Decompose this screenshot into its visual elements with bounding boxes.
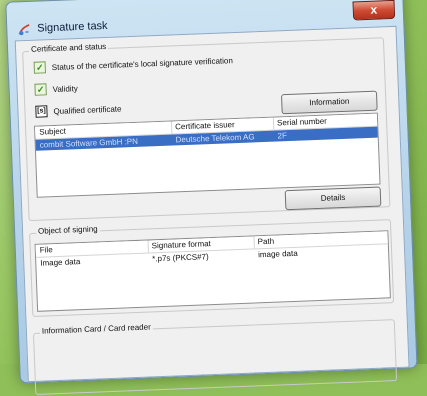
status-local-checkbox[interactable]: ✓ [33,61,47,74]
column-header-subject[interactable]: Subject [39,127,66,137]
validity-label: Validity [52,83,78,94]
cell-issuer: Deutsche Telekom AG [175,132,255,145]
cell-path: image data [257,248,298,260]
signing-object-group: Object of signing File Signature format … [29,219,395,318]
column-header-format[interactable]: Signature format [152,239,211,250]
title-bar[interactable]: Signature task x [6,0,403,36]
cell-format: *.p7s (PKCS#7) [152,252,209,264]
close-button[interactable]: x [352,0,396,21]
details-button[interactable]: Details [284,186,382,211]
close-icon: x [370,2,378,17]
certificate-status-group: Certificate and status ✓ Status of the c… [22,37,391,222]
certificate-list[interactable]: Subject Certificate issuer Serial number… [34,112,381,198]
qualified-certificate-icon: [s] [35,105,48,118]
cell-subject: combit Software GmbH :PN [39,136,139,150]
column-header-file[interactable]: File [40,245,53,254]
dialog-body: Certificate and status ✓ Status of the c… [14,25,410,395]
signature-task-window: Signature task x Certificate and status … [5,0,418,395]
column-header-issuer[interactable]: Certificate issuer [175,120,235,131]
card-reader-group: Information Card / Card reader [32,319,398,395]
cell-serial: 2F [277,131,288,141]
column-header-path[interactable]: Path [257,237,274,247]
column-header-serial[interactable]: Serial number [277,117,327,128]
qualified-row: [s] Qualified certificate [35,102,122,118]
group-label-card: Information Card / Card reader [39,322,153,336]
cell-file: Image data [40,257,81,268]
group-label-signing: Object of signing [35,224,100,236]
validity-checkbox[interactable]: ✓ [34,83,47,96]
status-local-label: Status of the certificate's local signat… [51,55,233,72]
information-button[interactable]: Information [280,90,378,115]
validity-row: ✓ Validity [34,82,78,96]
qualified-label: Qualified certificate [53,103,122,116]
status-local-row: ✓ Status of the certificate's local sign… [33,54,233,74]
window-title: Signature task [37,19,108,35]
signing-list[interactable]: File Signature format Path Image data *.… [34,230,391,312]
signature-app-icon [18,24,30,36]
group-label-certificate: Certificate and status [28,41,109,54]
